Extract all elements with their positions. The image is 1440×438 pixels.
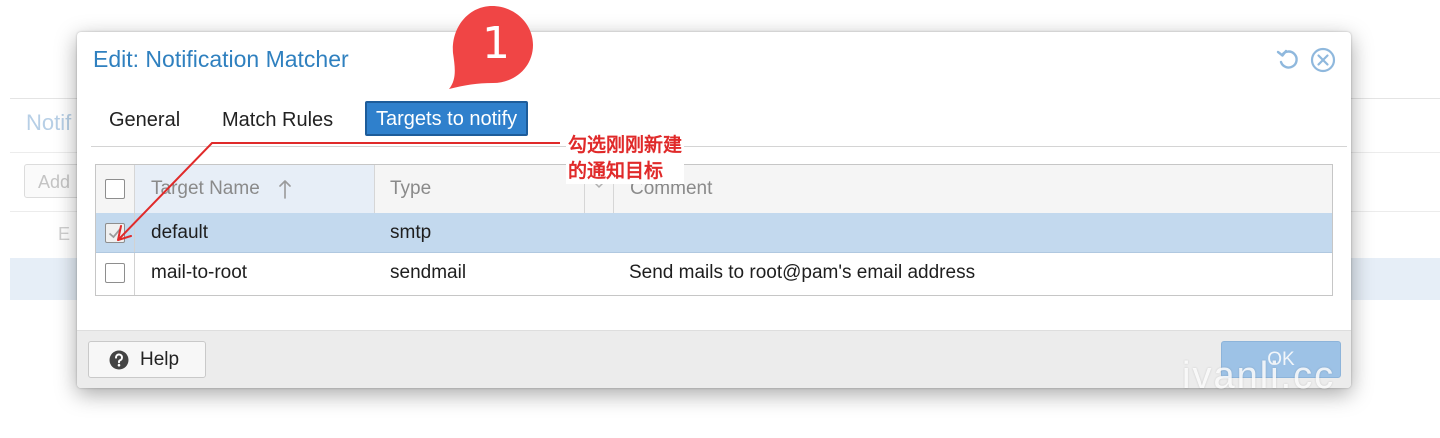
column-header-type-label: Type bbox=[390, 178, 432, 199]
row-checkbox[interactable] bbox=[105, 263, 125, 283]
dialog-title: Edit: Notification Matcher bbox=[93, 46, 349, 72]
row-divider bbox=[134, 253, 135, 295]
help-button[interactable]: Help bbox=[88, 341, 206, 378]
question-circle-icon bbox=[109, 350, 129, 370]
row-divider bbox=[134, 213, 135, 252]
close-icon[interactable] bbox=[1310, 47, 1336, 73]
annotation-note: 勾选刚刚新建 的通知目标 bbox=[566, 132, 685, 184]
column-header-comment[interactable]: Comment bbox=[614, 165, 1332, 213]
target-type-cell: smtp bbox=[390, 222, 432, 243]
column-header-type[interactable]: Type bbox=[375, 165, 585, 213]
checkmark-icon bbox=[108, 227, 122, 239]
dialog-footer: Help OK bbox=[77, 330, 1351, 388]
edit-notification-matcher-dialog: Edit: Notification Matcher General Match… bbox=[77, 32, 1351, 388]
targets-grid: Target Name Type Comment default smtp ma… bbox=[95, 164, 1333, 296]
help-button-label: Help bbox=[140, 349, 180, 370]
column-header-target-name-label: Target Name bbox=[151, 178, 260, 199]
reset-icon[interactable] bbox=[1275, 47, 1301, 73]
target-comment-cell: Send mails to root@pam's email address bbox=[629, 262, 976, 283]
watermark: ivanli.cc bbox=[1182, 355, 1336, 397]
row-checkbox-checked[interactable] bbox=[105, 223, 125, 243]
tab-strip-divider bbox=[91, 146, 1347, 147]
select-all-checkbox[interactable] bbox=[105, 179, 125, 199]
table-row[interactable]: mail-to-root sendmail Send mails to root… bbox=[96, 253, 1332, 295]
tab-match-rules[interactable]: Match Rules bbox=[212, 102, 343, 138]
step-badge-number: 1 bbox=[482, 18, 510, 69]
tab-general[interactable]: General bbox=[99, 102, 190, 138]
tab-targets-to-notify[interactable]: Targets to notify bbox=[365, 101, 529, 136]
table-row[interactable]: default smtp bbox=[96, 213, 1332, 253]
background-column-label: E bbox=[58, 224, 71, 244]
column-header-target-name[interactable]: Target Name bbox=[135, 165, 375, 213]
header-select-all-cell bbox=[96, 165, 135, 213]
target-name-cell: default bbox=[151, 222, 209, 243]
sort-up-arrow-icon bbox=[279, 180, 291, 199]
target-type-cell: sendmail bbox=[390, 262, 467, 283]
target-name-cell: mail-to-root bbox=[151, 262, 248, 283]
grid-header: Target Name Type Comment bbox=[96, 165, 1332, 214]
background-page-title: Notif bbox=[26, 110, 72, 135]
